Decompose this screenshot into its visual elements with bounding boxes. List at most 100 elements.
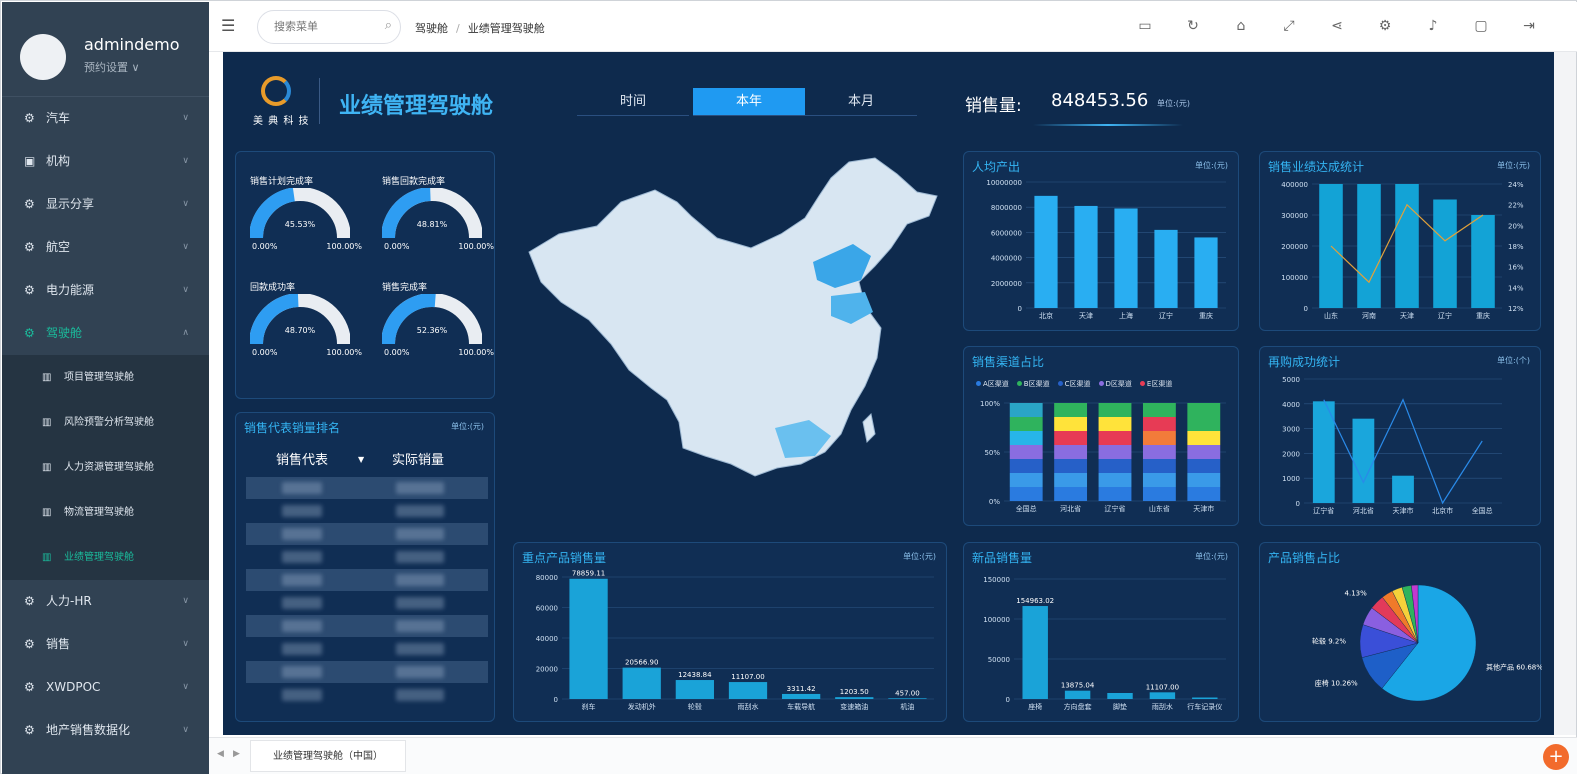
x-tick-label: 方向盘套	[1064, 702, 1092, 711]
rep-value-blurred	[396, 528, 444, 540]
x-tick-label: 发动机外	[628, 702, 656, 711]
menu-item-cockpit[interactable]: ⚙ 驾驶舱 ∧	[2, 312, 209, 355]
tab-time[interactable]: 时间	[577, 88, 689, 116]
y2-tick-label: 22%	[1508, 202, 1524, 210]
y-tick-label: 2000000	[991, 280, 1022, 288]
gauge-arc	[382, 188, 482, 238]
y-tick-label: 100000	[983, 616, 1010, 624]
menu-item-hr[interactable]: ⚙ 人力-HR ∨	[2, 580, 209, 623]
stacked-segment	[1187, 431, 1221, 445]
x-tick-label: 雨刮水	[1152, 702, 1173, 711]
bar	[1471, 215, 1495, 308]
gauge-value: 45.53%	[284, 220, 316, 229]
sub-item-label: 项目管理驾驶舱	[64, 372, 134, 383]
x-tick-label: 上海	[1119, 311, 1133, 320]
y2-tick-label: 24%	[1508, 181, 1524, 189]
chevron-down-icon: ∨	[182, 242, 189, 252]
search-input[interactable]	[274, 20, 374, 33]
chevron-left-icon[interactable]: ◀	[217, 749, 224, 759]
logo-text: 美 典 科 技	[253, 116, 310, 127]
menu-toggle-icon[interactable]: ☰	[221, 16, 235, 35]
y-tick-label: 80000	[536, 574, 558, 582]
bar	[1392, 475, 1414, 503]
gauge-max: 100.00%	[458, 348, 494, 357]
expand-icon[interactable]: ⤢	[1265, 18, 1313, 34]
user-role[interactable]: 预约设置 ∨	[84, 59, 140, 75]
chevron-right-icon[interactable]: ▶	[233, 749, 240, 759]
x-tick-label: 河南	[1362, 311, 1376, 320]
slice-label: 座椅 10.26%	[1315, 678, 1358, 687]
menu-item-energy[interactable]: ⚙ 电力能源 ∨	[2, 269, 209, 312]
sub-item-label: 物流管理驾驶舱	[64, 507, 134, 518]
home-icon[interactable]: ⌂	[1217, 18, 1265, 34]
add-button[interactable]: +	[1543, 744, 1569, 770]
menu-item-sales[interactable]: ⚙ 销售 ∨	[2, 623, 209, 666]
gauge-arc	[250, 294, 350, 344]
sub-item-risk[interactable]: ▥ 风险预警分析驾驶舱	[2, 400, 209, 445]
data-label: 12438.84	[678, 671, 712, 679]
x-tick-label: 天津市	[1393, 506, 1414, 515]
submenu: ▥ 项目管理驾驶舱 ▥ 风险预警分析驾驶舱 ▥ 人力资源管理驾驶舱 ▥ 物流管理驾驶舱 …	[2, 355, 209, 580]
slice-label: 其他产品 60.68%	[1486, 663, 1542, 672]
y-tick-label: 40000	[536, 635, 558, 643]
stacked-segment	[1187, 445, 1221, 459]
key-products-chart: 0 20000 40000 60000 80000 刹车 78859.11 发动机外 20566…	[536, 570, 934, 711]
gauge-min: 0.00%	[384, 242, 410, 251]
bar	[1074, 205, 1098, 308]
stacked-segment	[1054, 459, 1088, 473]
logout-icon[interactable]: ⇥	[1505, 18, 1553, 34]
sub-item-performance[interactable]: ▥ 业绩管理驾驶舱	[2, 535, 209, 580]
map-country	[528, 157, 938, 477]
x-tick-label: 辽宁省	[1313, 506, 1334, 515]
gauge-collection-completion: 销售回款完成率 48.81% 0.00% 100.00%	[382, 174, 494, 251]
x-tick-label: 河北省	[1060, 504, 1081, 513]
sub-item-logistics[interactable]: ▥ 物流管理驾驶舱	[2, 490, 209, 535]
search-icon[interactable]: ⌕	[385, 18, 392, 33]
user-name: admindemo	[84, 35, 180, 54]
menu-item-car[interactable]: ⚙ 汽车 ∨	[2, 97, 209, 140]
menu-item-label: 汽车	[46, 111, 71, 125]
stacked-segment	[1098, 417, 1132, 431]
sub-item-hr[interactable]: ▥ 人力资源管理驾驶舱	[2, 445, 209, 490]
menu-item-org[interactable]: ▣ 机构 ∨	[2, 140, 209, 183]
gear-icon: ⚙	[24, 283, 35, 297]
bar	[1395, 184, 1419, 308]
region-perf-panel: 销售业绩达成统计 单位:(元) 0 100000 200000 300000 40000…	[1259, 151, 1541, 331]
tab-this-year[interactable]: 本年	[693, 88, 805, 116]
menu-item-aviation[interactable]: ⚙ 航空 ∨	[2, 226, 209, 269]
table-row	[246, 523, 488, 545]
rep-value-blurred	[396, 666, 444, 678]
table-row	[246, 661, 488, 683]
breadcrumb-item[interactable]: 驾驶舱	[415, 22, 448, 35]
menu-item-xwdpoc[interactable]: ⚙ XWDPOC ∨	[2, 666, 209, 709]
menu-item-realestate[interactable]: ⚙ 地产销售数据化 ∨	[2, 709, 209, 752]
stacked-segment	[1009, 403, 1043, 417]
sort-down-icon[interactable]: ▼	[358, 455, 364, 464]
company-logo: 美 典 科 技	[253, 72, 309, 130]
map-taiwan	[862, 412, 876, 444]
stacked-segment	[1098, 445, 1132, 459]
refresh-icon[interactable]: ↻	[1169, 18, 1217, 34]
settings-icon[interactable]: ⚙	[1361, 18, 1409, 34]
menu-item-label: 航空	[46, 240, 71, 254]
share-icon[interactable]: ⋖	[1313, 18, 1361, 34]
col-header-rep[interactable]: 销售代表	[276, 449, 328, 468]
stacked-segment	[1187, 487, 1221, 501]
y-tick-label: 1000	[1282, 475, 1300, 483]
data-label: 154963.02	[1016, 597, 1054, 605]
x-tick-label: 辽宁	[1438, 311, 1452, 320]
tab-this-month[interactable]: 本月	[805, 88, 917, 116]
rep-name-blurred	[282, 689, 322, 701]
tab-performance-cockpit[interactable]: 业绩管理驾驶舱（中国）	[250, 740, 406, 772]
bell-icon[interactable]: ♪	[1409, 18, 1457, 34]
scrollbar[interactable]	[1554, 52, 1576, 735]
message-icon[interactable]: ▢	[1457, 18, 1505, 34]
window-icon[interactable]: ▭	[1121, 18, 1169, 34]
stacked-segment	[1054, 487, 1088, 501]
dashboard: 美 典 科 技 业绩管理驾驶舱 时间 本年 本月 销售量: 848453.56 …	[223, 52, 1554, 735]
menu-item-share[interactable]: ⚙ 显示分享 ∨	[2, 183, 209, 226]
sub-item-project[interactable]: ▥ 项目管理驾驶舱	[2, 355, 209, 400]
stacked-segment	[1009, 445, 1043, 459]
rep-name-blurred	[282, 597, 322, 609]
avatar[interactable]	[20, 34, 66, 80]
